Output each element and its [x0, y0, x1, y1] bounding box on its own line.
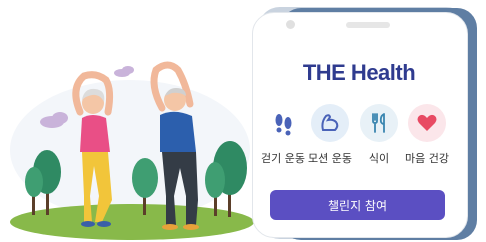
menu-label: 마음 건강 — [405, 152, 449, 165]
seniors-stretching-illustration — [10, 61, 254, 240]
menu-label: 모션 운동 — [308, 152, 352, 165]
app-title: THE Health — [302, 60, 416, 85]
app-promo-banner: THE Health 걷기 운동 모션 운동 식이 마음 건강 챌린지 참여 — [0, 0, 486, 242]
menu-label: 식이 — [368, 152, 390, 165]
join-challenge-button[interactable]: 챌린지 참여 — [270, 190, 445, 220]
phone-speaker — [346, 22, 390, 28]
phone-camera — [286, 20, 295, 29]
menu-item-motion[interactable]: 모션 운동 — [306, 104, 354, 166]
heart-icon — [408, 104, 446, 142]
muscle-arm-icon — [311, 104, 349, 142]
menu-item-mind[interactable]: 마음 건강 — [403, 104, 451, 166]
menu-item-diet[interactable]: 식이 — [355, 104, 403, 166]
footprints-icon — [264, 104, 302, 142]
menu-label: 걷기 운동 — [261, 152, 305, 165]
menu-item-walking[interactable]: 걷기 운동 — [259, 104, 307, 166]
fork-spoon-icon — [360, 104, 398, 142]
